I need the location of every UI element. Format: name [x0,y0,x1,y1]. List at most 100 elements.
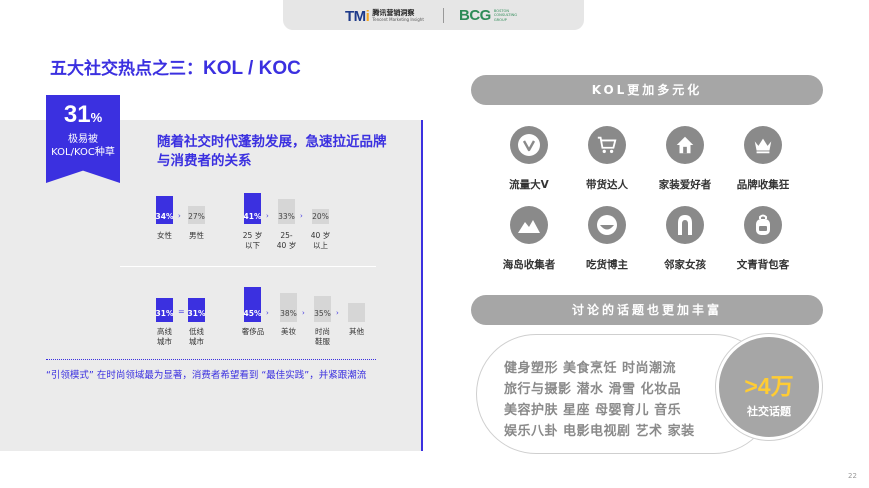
bar-fashion-value: 35% [314,309,331,318]
logo-bar: TMi 腾讯营销洞察 Tencent Marketing Insight BCG… [283,0,584,30]
label-high-tier: 高线 城市 [151,327,178,347]
icon-cell-mountain: 海岛收集者 [484,206,574,272]
topic-line: 娱乐八卦 电影电视剧 艺术 家装 [504,424,695,439]
icon-cell-cart: 带货达人 [562,126,652,192]
ribbon-line1: 极易被 [68,134,98,145]
icon-cell-girl: 邻家女孩 [640,206,730,272]
tmi-logo: TMi 腾讯营销洞察 Tencent Marketing Insight [345,7,424,25]
icon-cell-crown: 品牌收集狂 [718,126,808,192]
bowl-icon [588,206,626,244]
slide: TMi 腾讯营销洞察 Tencent Marketing Insight BCG… [0,0,869,488]
ribbon-pct-unit: % [90,110,103,125]
icon-label: 海岛收集者 [502,259,556,271]
title-highlight: KOL / KOC [203,58,301,79]
bcg-line3: GROUP [493,17,507,22]
icon-label: 品牌收集狂 [736,179,790,191]
bar-luxury-value: 45% [243,309,262,318]
icon-cell-bowl: 吃货博主 [562,206,652,272]
ribbon-line2: KOL/KOC种草 [51,147,115,158]
bar-over40-value: 20% [312,212,329,221]
tmi-en-text: Tencent Marketing Insight [372,17,424,22]
footnote: “引领模式” 在时尚领域最为显著，消费者希望看到 “最佳实践”，并紧跟潮流 [46,370,367,381]
label-25-40-a: 25- [280,231,293,240]
kol-diversify-pill: KOL更加多元化 [471,75,823,105]
icon-cell-v: 流量大V [484,126,574,192]
label-low-tier: 低线 城市 [183,327,210,347]
title-prefix: 五大社交热点之三： [50,59,203,79]
topic-line: 健身塑形 美食烹饪 时尚潮流 [504,361,677,376]
label-high-tier-a: 高线 [157,327,172,336]
label-fashion: 时尚 鞋服 [309,327,336,347]
page-title: 五大社交热点之三：KOL / KOC [50,54,301,80]
backpack-icon [744,206,782,244]
label-under25: 25 岁以下 [239,231,266,251]
tmi-mark: TM [345,7,366,25]
label-25-40-b: 40 岁 [276,241,297,250]
tmi-cn-text: 腾讯营销洞察 [372,9,415,17]
label-under25-b: 以下 [245,241,260,250]
bar-other [348,303,365,322]
bar-under25-value: 41% [243,212,262,221]
equals-sign: = [178,307,185,316]
bcg-logo: BCG BOSTON CONSULTING GROUP [459,7,517,24]
v-icon [510,126,548,164]
ribbon-percent: 31% [46,101,120,129]
label-under25-a: 25 岁 [242,231,263,240]
panel-accent-line [421,120,423,451]
icon-label: 文青背包客 [736,259,790,271]
house-icon [666,126,704,164]
label-luxury: 奢侈品 [241,327,265,336]
logo-divider [443,8,444,23]
arrow-icon: › [266,309,269,317]
tmi-mark-i: i [365,7,370,25]
bar-male-value: 27% [188,212,205,221]
label-fashion-b: 鞋服 [315,337,330,346]
mountain-icon [510,206,548,244]
label-low-tier-a: 低线 [189,327,204,336]
icon-label: 带货达人 [586,179,628,191]
cart-icon [588,126,626,164]
bar-female-value: 34% [155,212,174,221]
label-over40-a: 40 岁 [310,231,331,240]
ribbon-text: 极易被 KOL/KOC种草 [46,133,120,159]
icon-label: 吃货博主 [586,259,628,271]
label-low-tier-b: 城市 [189,337,204,346]
label-over40-b: 以上 [313,241,328,250]
topic-line: 美容护肤 星座 母婴育儿 音乐 [504,403,682,418]
icon-label: 邻家女孩 [664,259,706,271]
bcg-mark: BCG [459,7,491,24]
icon-cell-house: 家装爱好者 [640,126,730,192]
girl-icon [666,206,704,244]
left-headline: 随着社交时代蓬勃发展，急速拉近品牌与消费者的关系 [157,134,387,169]
bar-25-40-value: 33% [278,212,295,221]
icon-label: 流量大V [509,179,549,191]
page-number: 22 [848,472,857,480]
label-25-40: 25- 40 岁 [273,231,300,251]
bar-low-tier-value: 31% [187,309,206,318]
icon-cell-backpack: 文青背包客 [718,206,808,272]
divider-line [120,266,376,267]
label-fashion-a: 时尚 [315,327,330,336]
stat-ribbon: 31% 极易被 KOL/KOC种草 [46,95,120,183]
label-male: 男性 [189,231,204,240]
bar-beauty-value: 38% [280,309,297,318]
topic-count-circle: >4万 社交话题 [716,334,822,440]
arrow-icon: › [178,212,181,220]
label-female: 女性 [157,231,172,240]
topic-count-label: 社交话题 [747,405,791,418]
topic-count-number: >4万 [744,373,794,399]
label-high-tier-b: 城市 [157,337,172,346]
topics-pill: 讨论的话题也更加丰富 [471,295,823,325]
arrow-icon: › [336,309,339,317]
dotted-divider [46,359,376,360]
icon-label: 家装爱好者 [658,179,712,191]
ribbon-pct-value: 31 [63,101,91,128]
label-beauty: 美妆 [281,327,296,336]
arrow-icon: › [302,309,305,317]
label-other: 其他 [349,327,364,336]
crown-icon [744,126,782,164]
arrow-icon: › [300,212,303,220]
bar-high-tier-value: 31% [155,309,174,318]
topic-line: 旅行与摄影 潜水 滑雪 化妆品 [504,382,682,397]
label-over40: 40 岁以上 [307,231,334,251]
